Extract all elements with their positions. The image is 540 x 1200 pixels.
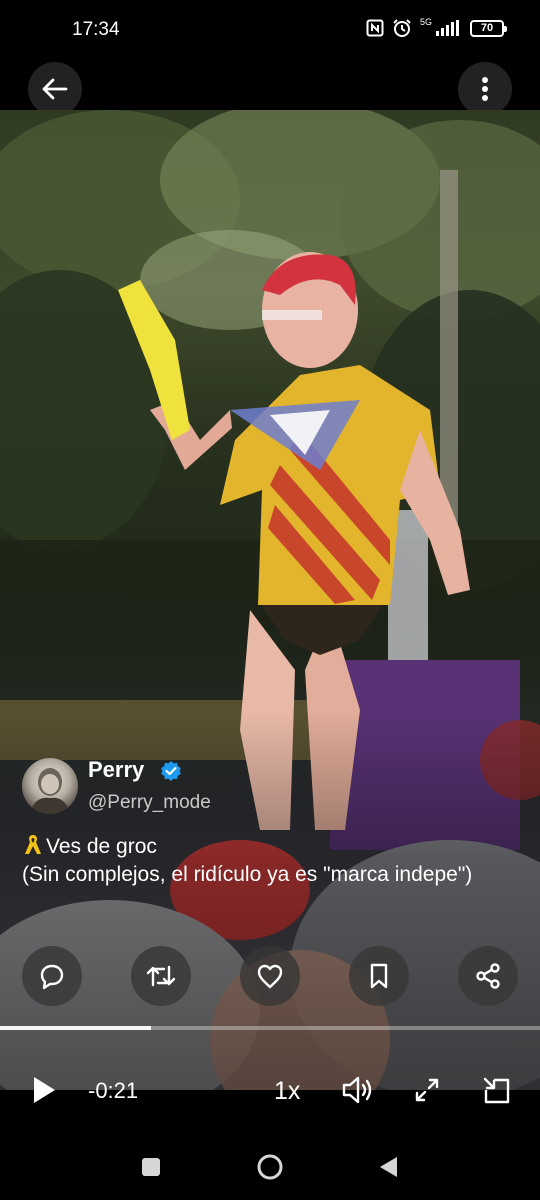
play-icon: [34, 1077, 55, 1103]
progress-bar[interactable]: [0, 1026, 540, 1030]
caption-overlay: [0, 710, 540, 1090]
play-button[interactable]: [26, 1072, 62, 1108]
author-handle[interactable]: @Perry_mode: [88, 792, 211, 814]
tweet-text-first: Ves de groc: [46, 835, 157, 858]
network-type: 5G: [419, 17, 432, 27]
expand-icon: [415, 1078, 439, 1102]
more-options-button[interactable]: [458, 62, 512, 116]
tweet-text-line-1: Ves de groc: [22, 832, 522, 861]
signal-icon: [436, 20, 459, 36]
retweet-button[interactable]: [131, 946, 191, 1006]
picture-in-picture-icon: [483, 1077, 510, 1104]
arrow-left-icon: [42, 78, 68, 100]
time-remaining: -0:21: [88, 1078, 139, 1103]
avatar-image: [30, 768, 70, 814]
reply-button[interactable]: [22, 946, 82, 1006]
back-nav-icon[interactable]: [377, 1155, 399, 1179]
video-player[interactable]: [0, 110, 540, 1090]
back-button[interactable]: [28, 62, 82, 116]
tweet-text-line-2: (Sin complejos, el ridículo ya es "marca…: [22, 863, 473, 886]
status-icons: 5G 70: [366, 17, 507, 38]
bookmark-button[interactable]: [349, 946, 409, 1006]
verified-badge-icon: [161, 761, 181, 781]
like-icon: [257, 964, 283, 989]
recents-icon[interactable]: [141, 1157, 161, 1177]
alarm-icon: [393, 19, 411, 37]
system-nav-bar: [0, 1120, 540, 1200]
bookmark-icon: [370, 963, 388, 989]
status-time: 17:34: [72, 19, 120, 40]
retweet-icon: [146, 965, 176, 987]
progress-fill: [0, 1026, 152, 1030]
author-name[interactable]: Perry: [88, 757, 144, 783]
author-avatar[interactable]: [22, 758, 78, 814]
volume-icon: [342, 1076, 372, 1104]
status-bar: 17:34 5G 70: [0, 0, 540, 60]
fullscreen-button[interactable]: [408, 1072, 446, 1108]
playback-speed-button[interactable]: 1x: [274, 1077, 300, 1106]
nfc-icon: [366, 19, 384, 37]
battery-indicator: 70: [470, 19, 507, 37]
home-icon[interactable]: [256, 1153, 284, 1181]
reply-icon: [40, 964, 64, 990]
share-icon: [476, 963, 500, 989]
share-button[interactable]: [458, 946, 518, 1006]
more-vertical-icon: [482, 77, 488, 101]
like-button[interactable]: [240, 946, 300, 1006]
yellow-ribbon-icon: [25, 835, 41, 854]
tweet-text: Ves de groc (Sin complejos, el ridículo …: [22, 832, 522, 889]
pip-button[interactable]: [478, 1072, 516, 1110]
volume-button[interactable]: [338, 1072, 378, 1108]
